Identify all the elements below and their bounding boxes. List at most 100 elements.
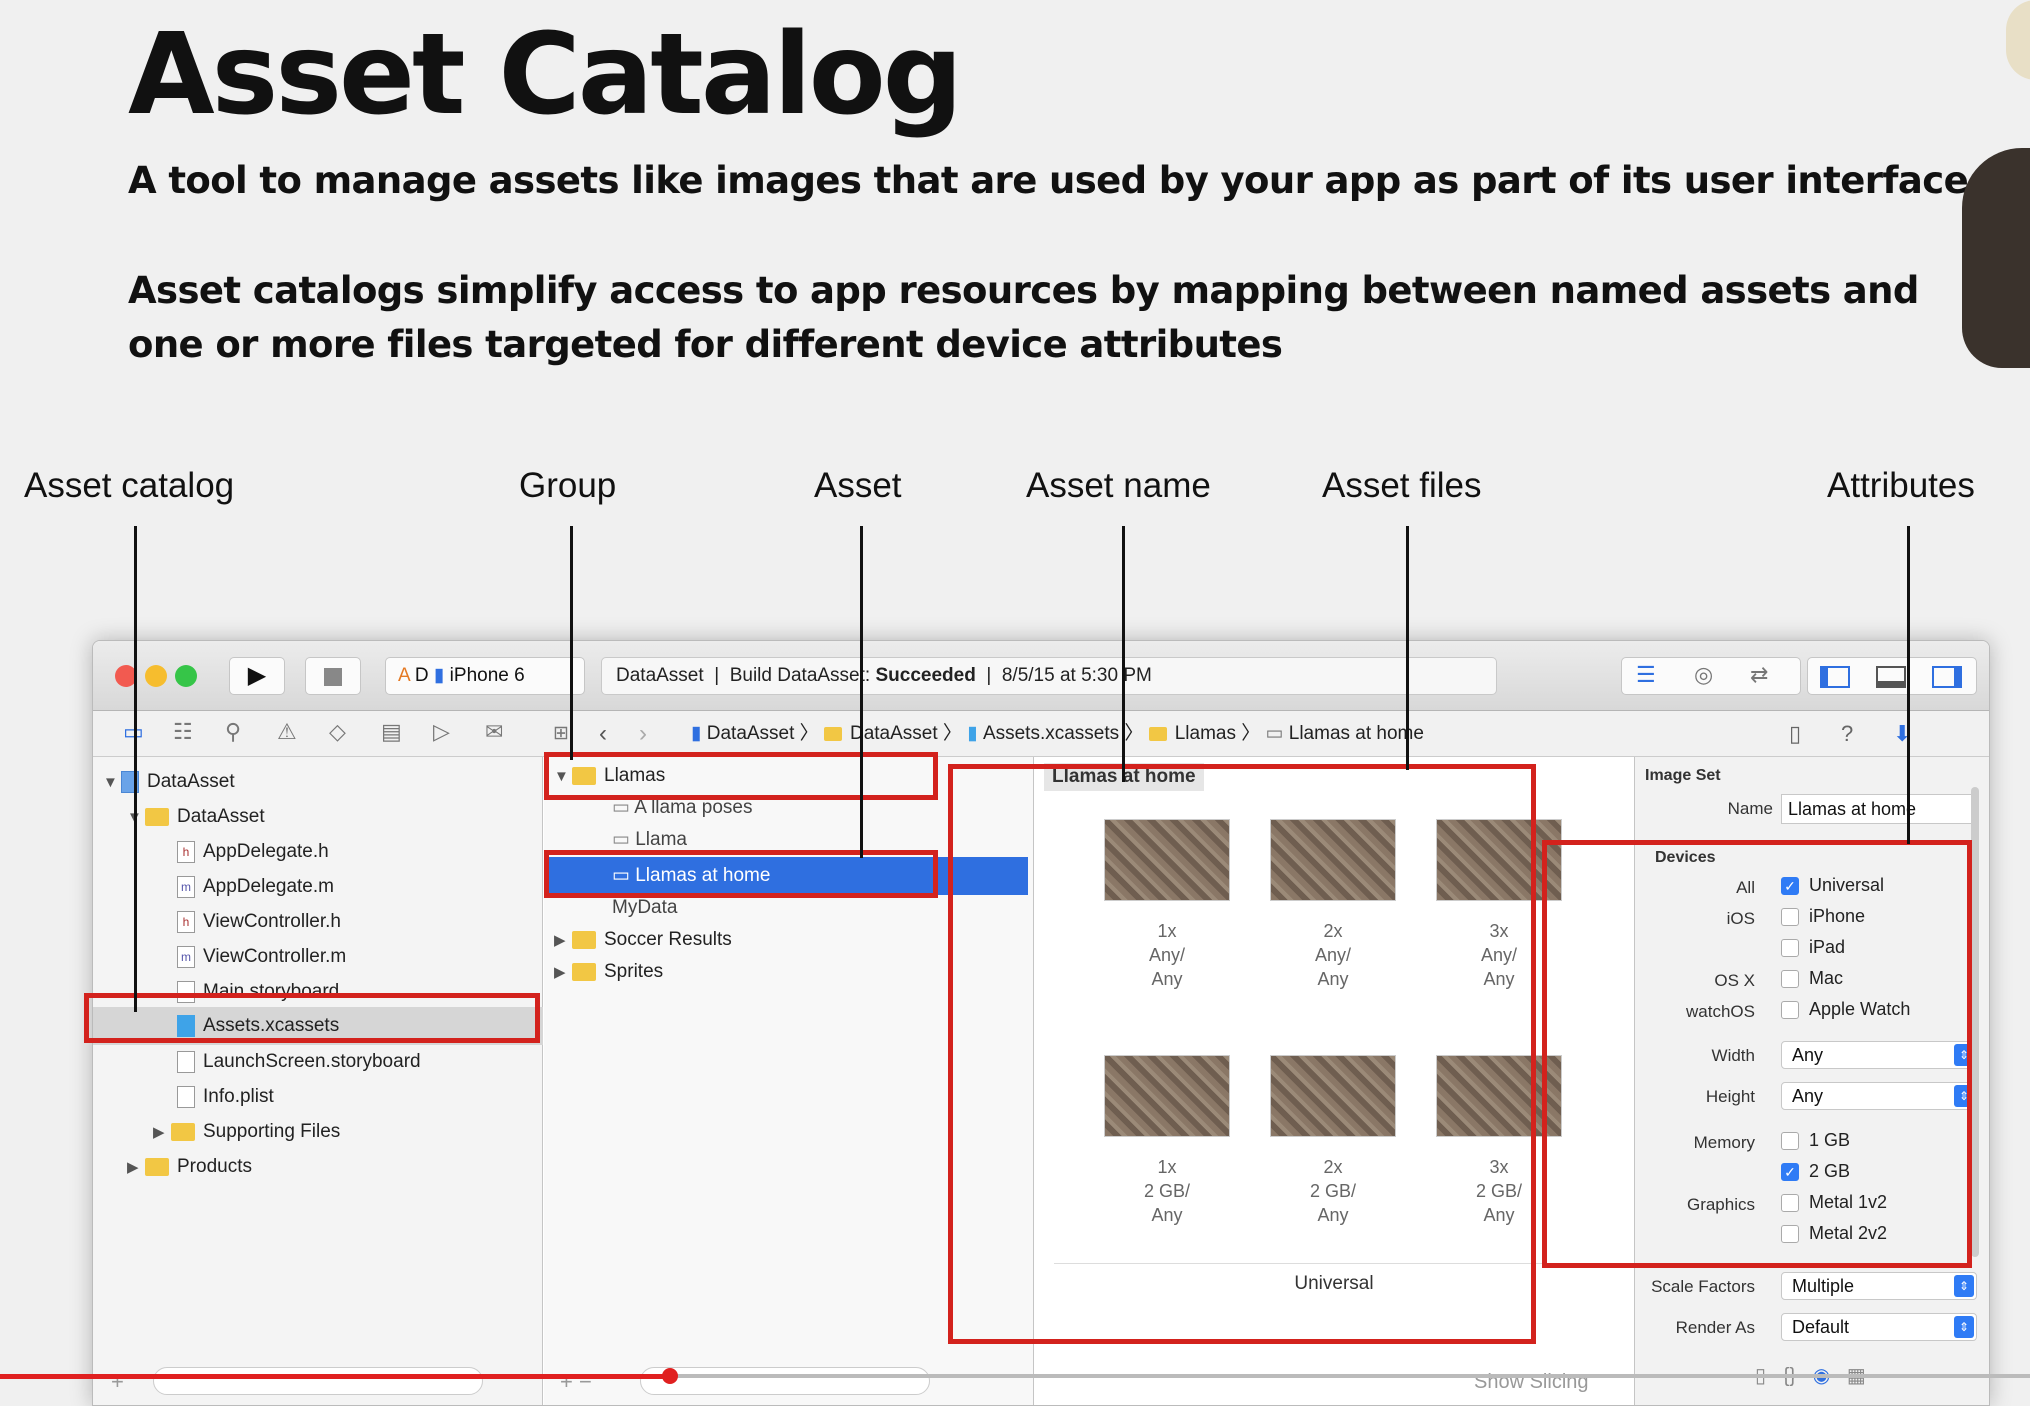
render-as-label: Render As (1675, 1318, 1755, 1337)
tree-item-label: AppDelegate.m (203, 876, 334, 897)
add-file-icon[interactable]: + (111, 1369, 124, 1395)
navigator-toggle-icon[interactable] (1820, 666, 1850, 688)
play-icon: ▶ (247, 662, 267, 689)
assistant-editor-icon[interactable]: ◎ (1694, 662, 1713, 688)
forward-arrow-icon[interactable]: › (639, 711, 647, 757)
highlight-group (544, 752, 938, 800)
jump-item[interactable]: DataAsset (707, 723, 795, 744)
tree-item-file[interactable]: m AppDelegate.m (177, 870, 334, 904)
presenter-video (1962, 148, 2030, 368)
tree-item-label: LaunchScreen.storyboard (203, 1051, 421, 1072)
tree-item-group[interactable]: ▶ Products (127, 1150, 252, 1184)
tree-item-label: DataAsset (177, 806, 265, 827)
group-sprites[interactable]: ▶ Sprites (554, 955, 663, 989)
folder-icon (171, 1122, 195, 1141)
render-as-popup[interactable]: Default ⇕ (1781, 1313, 1977, 1341)
disclosure-closed-icon[interactable]: ▶ (127, 1151, 145, 1185)
leader-line-asset-catalog (134, 526, 137, 1012)
disclosure-closed-icon[interactable]: ▶ (554, 924, 572, 958)
tree-item-label: ViewController.m (203, 946, 347, 967)
folder-icon (572, 962, 596, 981)
tree-item-group[interactable]: ▶ Supporting Files (153, 1115, 340, 1149)
add-asset-icon[interactable]: + − (560, 1369, 592, 1395)
file-inspector-icon[interactable]: ▯ (1789, 711, 1801, 757)
tree-item-label: Supporting Files (203, 1121, 341, 1142)
window-toolbar: ▶ A D ▮ iPhone 6 DataAsset | Build DataA… (93, 641, 1989, 711)
scheme-selector[interactable]: A D ▮ iPhone 6 (385, 657, 585, 695)
find-navigator-icon[interactable]: ⚲ (225, 719, 241, 745)
popup-arrows-icon: ⇕ (1954, 1275, 1974, 1297)
image-set-icon: ▭ (1265, 723, 1284, 744)
folder-icon (1148, 726, 1167, 741)
asset-label: MyData (612, 897, 678, 918)
disclosure-closed-icon[interactable]: ▶ (554, 956, 572, 990)
report-navigator-icon[interactable]: ✉ (485, 719, 503, 745)
asset-filter-field[interactable] (640, 1367, 930, 1395)
project-icon: ▮ (691, 723, 702, 744)
tree-item-project[interactable]: ▼ DataAsset (103, 765, 235, 799)
storyboard-icon (177, 1050, 195, 1073)
tree-item-group[interactable]: ▼DataAsset (127, 800, 265, 834)
disclosure-closed-icon[interactable]: ▶ (153, 1116, 171, 1150)
debug-toggle-icon[interactable] (1876, 666, 1906, 688)
tree-item-file[interactable]: h ViewController.h (177, 905, 341, 939)
disclosure-open-icon[interactable]: ▼ (103, 766, 121, 800)
stop-button[interactable] (305, 657, 361, 695)
inspector-section-title: Image Set (1645, 767, 1721, 784)
asset-catalog-icon: ▮ (967, 723, 978, 744)
quick-help-icon[interactable]: ? (1841, 711, 1853, 757)
activity-time: 8/5/15 at 5:30 PM (1001, 665, 1152, 686)
zoom-button[interactable] (175, 665, 197, 687)
activity-build: Build DataAsset: (729, 665, 871, 686)
tree-item-file[interactable]: h AppDelegate.h (177, 835, 329, 869)
run-button[interactable]: ▶ (229, 657, 285, 695)
activity-status: Succeeded (875, 665, 976, 686)
breakpoint-navigator-icon[interactable]: ▷ (433, 719, 450, 745)
callout-asset-catalog: Asset catalog (24, 466, 235, 505)
editor-mode-selector[interactable]: ☰ ◎ ⇄ (1621, 657, 1801, 695)
folder-icon (145, 807, 169, 826)
jump-item[interactable]: Assets.xcassets (983, 723, 1119, 744)
jump-item[interactable]: DataAsset (850, 723, 938, 744)
source-file-icon: m (177, 875, 195, 898)
standard-editor-icon[interactable]: ☰ (1636, 662, 1656, 688)
header-file-icon: h (177, 910, 195, 933)
header-file-icon: h (177, 840, 195, 863)
callout-group: Group (519, 466, 617, 505)
leader-line-asset-name (1122, 526, 1125, 782)
version-editor-icon[interactable]: ⇄ (1750, 662, 1768, 688)
minimize-button[interactable] (145, 665, 167, 687)
source-file-icon: m (177, 945, 195, 968)
debug-navigator-icon[interactable]: ▤ (381, 719, 402, 745)
group-label: Sprites (604, 961, 664, 982)
jump-item[interactable]: Llamas at home (1289, 723, 1424, 744)
highlight-attributes (1542, 840, 1972, 1268)
jump-path[interactable]: ▮ DataAsset 〉 DataAsset 〉 ▮ Assets.xcass… (691, 711, 1424, 757)
leader-line-group (570, 526, 573, 760)
test-navigator-icon[interactable]: ◇ (329, 719, 346, 745)
jump-item[interactable]: Llamas (1175, 723, 1236, 744)
back-arrow-icon[interactable]: ‹ (599, 711, 607, 757)
tree-item-label: DataAsset (147, 771, 235, 792)
callout-asset-files: Asset files (1322, 466, 1482, 505)
navigator-filter-field[interactable] (153, 1367, 483, 1395)
related-items-icon[interactable]: ⊞ (553, 711, 569, 757)
activity-view: DataAsset | Build DataAsset: Succeeded |… (601, 657, 1497, 695)
utilities-toggle-icon[interactable] (1932, 666, 1962, 688)
group-soccer[interactable]: ▶ Soccer Results (554, 923, 732, 957)
tree-item-file[interactable]: m ViewController.m (177, 940, 346, 974)
inspector-scrollbar[interactable] (1971, 787, 1979, 1257)
tree-item-file[interactable]: Info.plist (177, 1080, 274, 1114)
project-navigator: ▼DataAsset ▼DataAsset hAppDelegate.h mAp… (93, 757, 543, 1405)
view-selector[interactable] (1807, 657, 1977, 695)
video-progress-fill (0, 1374, 670, 1379)
symbol-navigator-icon[interactable]: ☷ (173, 719, 193, 745)
app-icon: A (398, 665, 410, 686)
video-scrubber[interactable] (661, 1368, 678, 1384)
image-set-icon: ▭ (612, 797, 635, 818)
leader-line-asset (860, 526, 863, 858)
tree-item-file[interactable]: LaunchScreen.storyboard (177, 1045, 421, 1079)
scale-factors-popup[interactable]: Multiple ⇕ (1781, 1272, 1977, 1300)
name-field[interactable]: Llamas at home (1781, 794, 1977, 824)
issue-navigator-icon[interactable]: ⚠ (277, 719, 297, 745)
